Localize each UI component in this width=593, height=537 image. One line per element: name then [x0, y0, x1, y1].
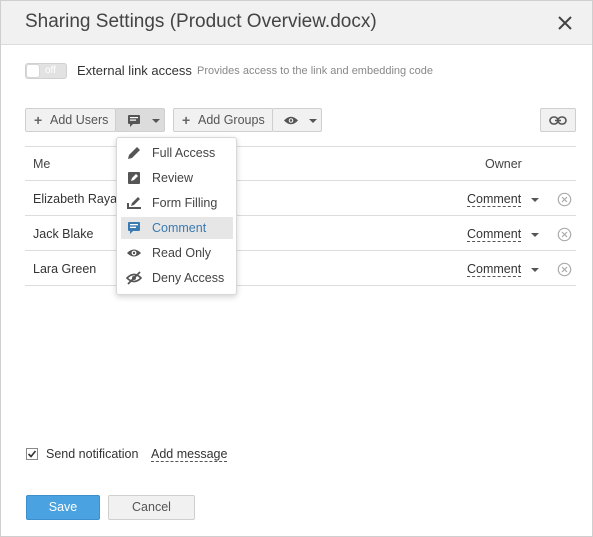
- chevron-down-icon[interactable]: [531, 198, 539, 202]
- pencil-icon: [128, 147, 140, 159]
- eye-icon: [127, 249, 141, 257]
- table-bottom-border: [25, 285, 576, 286]
- user-name: Elizabeth Raya: [33, 192, 118, 206]
- external-link-description: Provides access to the link and embeddin…: [197, 65, 434, 77]
- menu-item-comment[interactable]: Comment: [121, 217, 233, 239]
- checkmark-icon: [27, 450, 37, 458]
- dialog-header: Sharing Settings (Product Overview.docx): [1, 1, 592, 45]
- menu-item-read-only[interactable]: Read Only: [121, 242, 233, 264]
- menu-item-review[interactable]: Review: [121, 167, 233, 189]
- menu-item-form-filling[interactable]: Form Filling: [121, 192, 233, 214]
- user-name: Lara Green: [33, 262, 97, 276]
- access-level-select[interactable]: Comment: [467, 227, 522, 242]
- external-link-toggle[interactable]: off: [25, 63, 67, 79]
- add-groups-button[interactable]: + Add Groups: [173, 108, 273, 132]
- menu-item-label: Comment: [152, 221, 207, 235]
- table-divider: [25, 250, 576, 251]
- comment-icon: [128, 115, 140, 127]
- menu-item-label: Read Only: [152, 246, 212, 260]
- groups-access-dropdown[interactable]: [272, 108, 322, 132]
- comment-icon: [128, 222, 140, 234]
- eye-slash-icon: [126, 271, 142, 285]
- add-users-button[interactable]: + Add Users: [25, 108, 116, 132]
- chevron-down-icon: [152, 119, 160, 123]
- toggle-knob: [27, 65, 39, 77]
- menu-item-label: Full Access: [152, 146, 216, 160]
- add-groups-label: Add Groups: [198, 113, 265, 127]
- access-level-select[interactable]: Comment: [467, 262, 522, 277]
- external-link-label: External link access: [77, 63, 192, 78]
- user-name: Jack Blake: [33, 227, 94, 241]
- link-icon: [549, 116, 567, 125]
- plus-icon: +: [34, 112, 43, 128]
- eye-icon: [284, 116, 298, 125]
- chevron-down-icon[interactable]: [531, 233, 539, 237]
- menu-item-full-access[interactable]: Full Access: [121, 142, 233, 164]
- owner-role: Owner: [485, 157, 522, 171]
- copy-link-button[interactable]: [540, 108, 576, 132]
- access-rights-menu: Full Access Review Form Filling Comment …: [116, 137, 237, 295]
- send-notification-label: Send notification: [46, 447, 139, 461]
- users-access-dropdown[interactable]: [115, 108, 165, 132]
- menu-item-label: Form Filling: [152, 196, 218, 210]
- dialog-title: Sharing Settings (Product Overview.docx): [25, 11, 377, 32]
- owner-name: Me: [33, 157, 51, 171]
- plus-icon: +: [182, 112, 191, 128]
- menu-item-label: Deny Access: [152, 271, 225, 285]
- table-divider: [25, 180, 576, 181]
- add-users-label: Add Users: [50, 113, 109, 127]
- chevron-down-icon[interactable]: [531, 268, 539, 272]
- review-icon: [128, 172, 140, 184]
- cancel-button[interactable]: Cancel: [108, 495, 195, 520]
- save-button[interactable]: Save: [26, 495, 100, 520]
- remove-user-icon[interactable]: [557, 227, 572, 242]
- close-icon[interactable]: [555, 13, 575, 33]
- remove-user-icon[interactable]: [557, 192, 572, 207]
- access-level-select[interactable]: Comment: [467, 192, 522, 207]
- table-divider: [25, 215, 576, 216]
- send-notification-checkbox[interactable]: [26, 448, 38, 460]
- sharing-settings-dialog: Sharing Settings (Product Overview.docx)…: [0, 0, 593, 537]
- add-message-link[interactable]: Add message: [151, 447, 228, 462]
- toggle-state-label: off: [45, 65, 56, 76]
- menu-item-label: Review: [152, 171, 193, 185]
- chevron-down-icon: [309, 119, 317, 123]
- table-top-border: [25, 146, 576, 147]
- form-filling-icon: [127, 197, 141, 209]
- remove-user-icon[interactable]: [557, 262, 572, 277]
- menu-item-deny-access[interactable]: Deny Access: [121, 267, 233, 289]
